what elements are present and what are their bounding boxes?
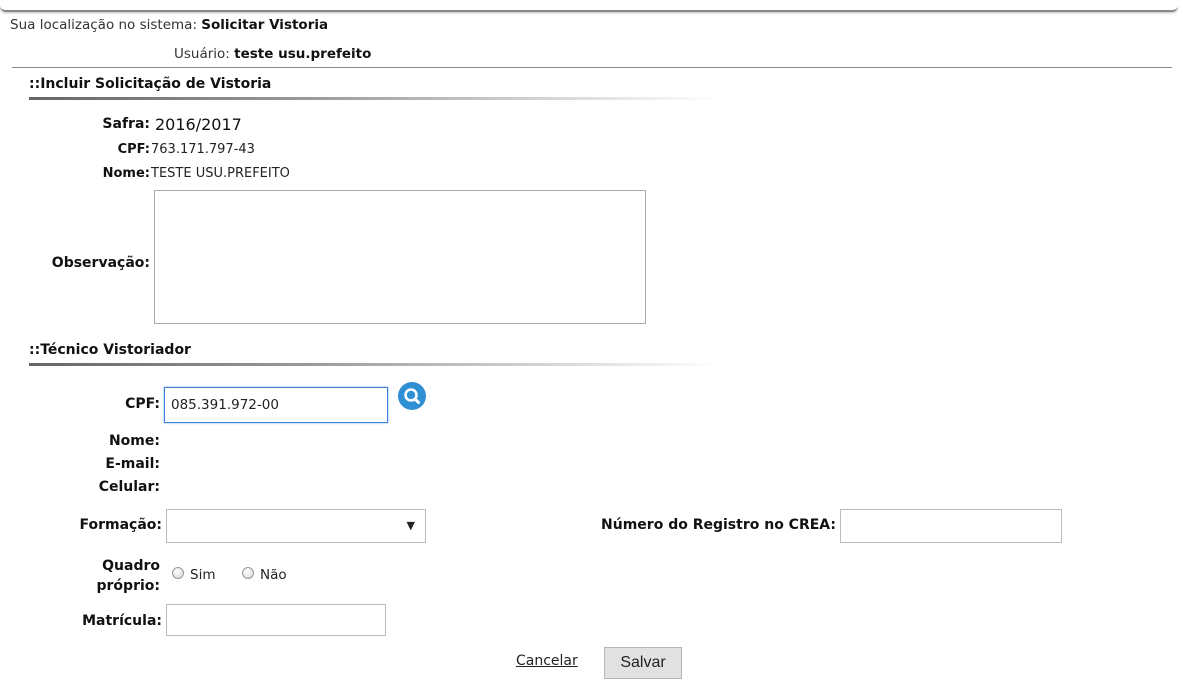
observacao-textarea[interactable]: [154, 190, 646, 324]
quadro-label-line1: Quadro: [102, 558, 160, 574]
window-top-edge: [0, 0, 1178, 12]
crea-input[interactable]: [840, 509, 1062, 543]
request-cpf-value: 763.171.797-43: [151, 142, 255, 157]
user-info: Usuário: teste usu.prefeito: [174, 46, 371, 62]
user-name: teste usu.prefeito: [234, 46, 372, 62]
cancel-link[interactable]: Cancelar: [516, 653, 578, 669]
request-nome-value: TESTE USU.PREFEITO: [151, 166, 290, 181]
save-button[interactable]: Salvar: [604, 647, 682, 679]
matricula-input[interactable]: [166, 604, 386, 636]
tecnico-nome-label: Nome:: [108, 433, 160, 449]
safra-label: Safra:: [102, 116, 150, 132]
section-title-request: ::Incluir Solicitação de Vistoria: [29, 76, 272, 92]
observacao-label: Observação:: [51, 255, 150, 271]
tecnico-celular-label: Celular:: [98, 479, 160, 495]
matricula-label: Matrícula:: [82, 613, 162, 629]
tecnico-cpf-input[interactable]: 085.391.972-00: [164, 387, 388, 423]
formacao-select[interactable]: ▼: [166, 509, 426, 543]
quadro-radio-sim-label[interactable]: Sim: [190, 567, 215, 583]
formacao-label: Formação:: [79, 517, 162, 533]
section-underline-request: [29, 97, 719, 100]
quadro-radio-sim[interactable]: [172, 567, 184, 579]
quadro-label-line2: próprio:: [96, 578, 161, 594]
section-underline-tecnico: [29, 363, 719, 366]
request-cpf-label: CPF:: [117, 142, 150, 157]
quadro-radio-nao-label[interactable]: Não: [260, 567, 287, 583]
tecnico-cpf-label: CPF:: [125, 396, 160, 412]
tecnico-email-label: E-mail:: [105, 456, 160, 472]
header-divider: [12, 67, 1172, 68]
safra-value: 2016/2017: [155, 115, 242, 134]
quadro-radio-nao[interactable]: [242, 567, 254, 579]
request-nome-label: Nome:: [102, 166, 150, 181]
location-breadcrumb: Sua localização no sistema: Solicitar Vi…: [10, 17, 328, 33]
crea-label: Número do Registro no CREA:: [601, 517, 836, 533]
dropdown-arrow-icon: ▼: [406, 519, 415, 532]
user-label: Usuário:: [174, 46, 230, 62]
location-label: Sua localização no sistema:: [10, 17, 197, 33]
location-value: Solicitar Vistoria: [201, 17, 329, 33]
search-icon[interactable]: [398, 382, 426, 410]
section-title-tecnico: ::Técnico Vistoriador: [29, 342, 191, 358]
